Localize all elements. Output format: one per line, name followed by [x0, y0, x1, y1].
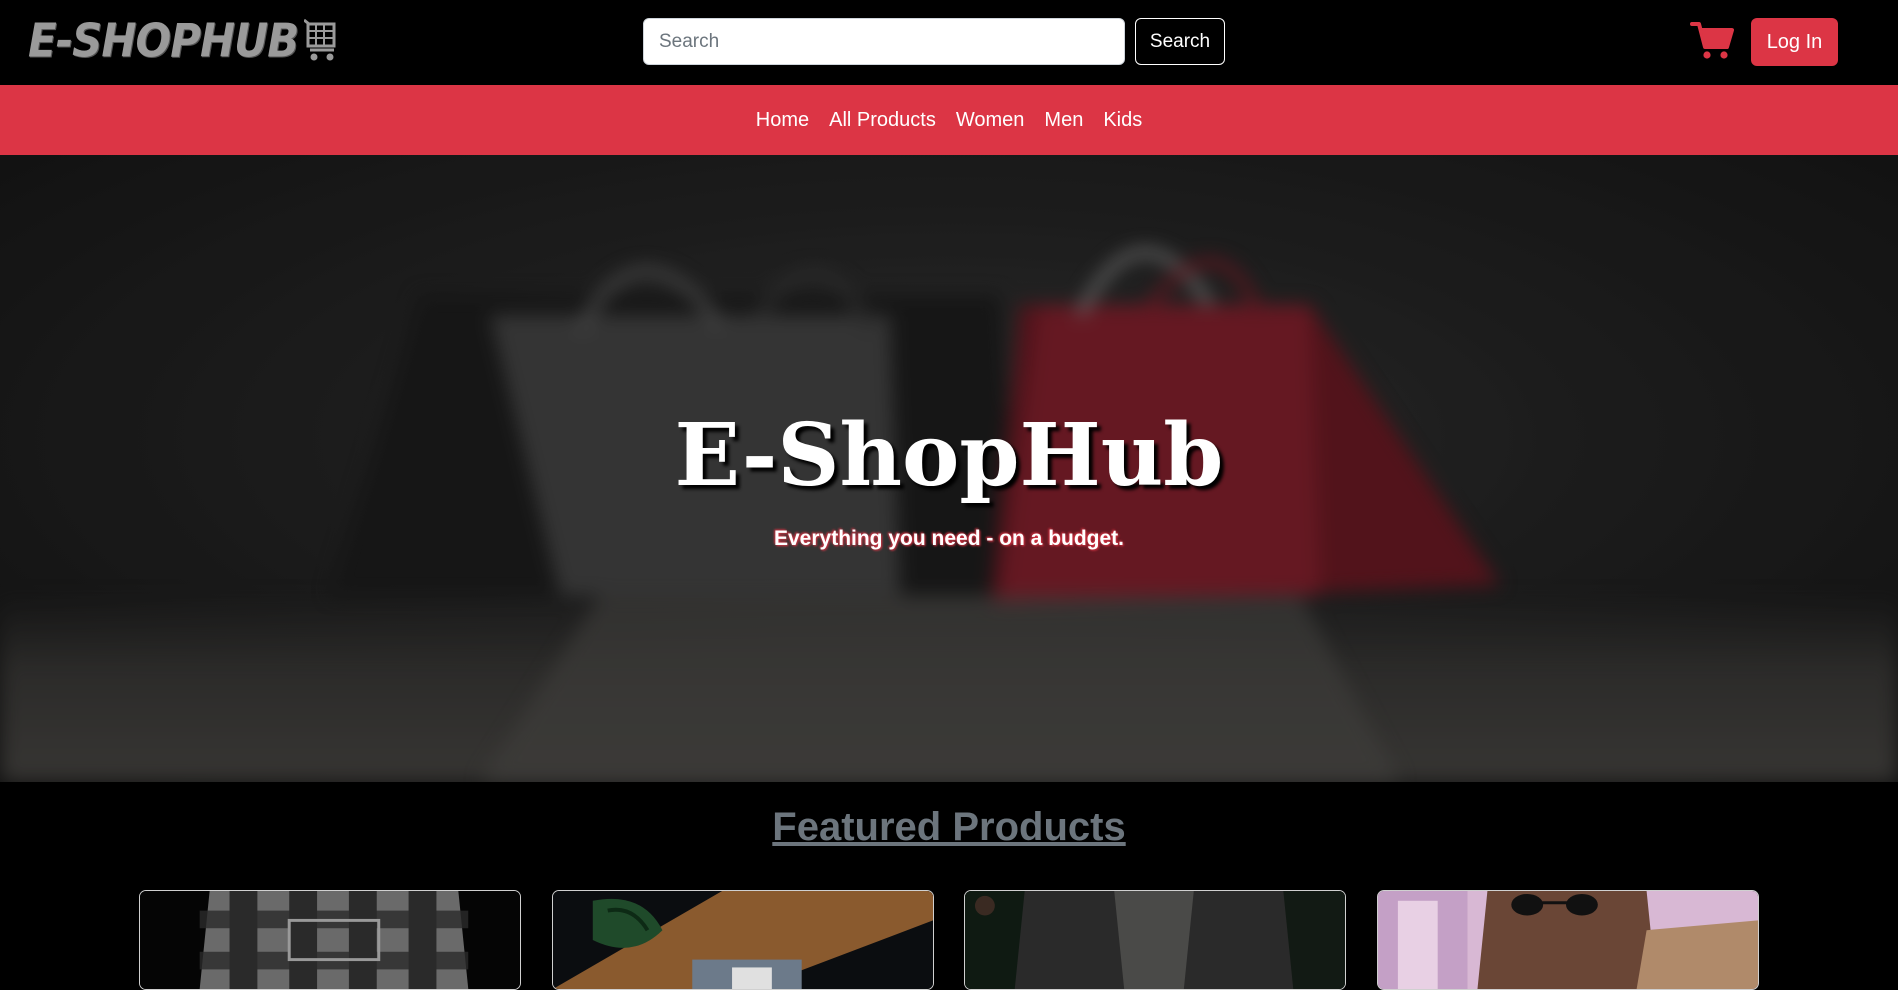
- cart-icon[interactable]: [1690, 20, 1734, 60]
- product-card-1[interactable]: [139, 890, 521, 990]
- top-header: E-SHOPHUB Search Log In: [0, 0, 1898, 85]
- brand-logo-text: E-SHOPHUB: [28, 13, 299, 67]
- search-button[interactable]: Search: [1135, 18, 1225, 65]
- folded-clothes-with-plant-image: [553, 891, 933, 989]
- product-card-2[interactable]: [552, 890, 934, 990]
- nav-item-home[interactable]: Home: [756, 109, 809, 132]
- man-with-sunglasses-image: [1378, 891, 1758, 989]
- product-card-4[interactable]: [1377, 890, 1759, 990]
- nav-item-women[interactable]: Women: [956, 109, 1025, 132]
- main-nav: Home All Products Women Men Kids: [0, 85, 1898, 155]
- product-card-3[interactable]: [964, 890, 1346, 990]
- shopping-cart-icon: [304, 18, 336, 61]
- featured-products-heading: Featured Products: [772, 805, 1126, 849]
- plaid-shirt-image: [140, 891, 520, 989]
- hero-banner: E-ShopHub Everything you need - on a bud…: [0, 155, 1898, 782]
- nav-item-kids[interactable]: Kids: [1103, 109, 1142, 132]
- hero-subtitle: Everything you need - on a budget.: [773, 527, 1125, 550]
- nav-item-all-products[interactable]: All Products: [829, 109, 936, 132]
- dark-jacket-image: [965, 891, 1345, 989]
- nav-item-men[interactable]: Men: [1044, 109, 1083, 132]
- login-button[interactable]: Log In: [1751, 18, 1838, 66]
- hero-title: E-ShopHub: [674, 405, 1224, 506]
- search-input[interactable]: [643, 18, 1125, 65]
- brand-logo[interactable]: E-SHOPHUB: [28, 13, 338, 67]
